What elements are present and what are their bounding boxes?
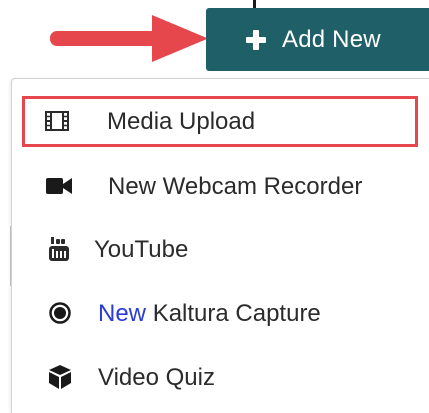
menu-item-label: Video Quiz [98,364,215,391]
add-new-button[interactable]: Add New [206,8,429,71]
menu-item-label: YouTube [94,236,189,263]
menu-item-label-group: New Kaltura Capture [98,300,321,328]
new-badge: New [98,300,147,327]
menu-item-webcam-recorder[interactable]: New Webcam Recorder [22,161,418,211]
menu-item-youtube[interactable]: YouTube [22,224,418,274]
menu-item-label: Media Upload [107,108,256,135]
youtube-icon [49,237,69,261]
menu-item-label: New Webcam Recorder [108,173,363,200]
video-camera-icon [46,178,72,194]
add-new-dropdown-menu: Media Upload New Webcam Recorder YouTube [11,78,429,413]
film-icon [45,111,69,131]
record-icon [49,302,71,324]
add-new-label: Add New [282,25,381,53]
cube-icon [49,365,71,389]
plus-icon [246,29,266,50]
menu-item-label: Kaltura Capture [152,300,321,327]
annotation-arrow-icon [50,15,208,62]
menu-item-media-upload[interactable]: Media Upload [22,96,418,147]
menu-item-video-quiz[interactable]: Video Quiz [22,352,418,402]
menu-item-kaltura-capture[interactable]: New Kaltura Capture [22,288,418,338]
